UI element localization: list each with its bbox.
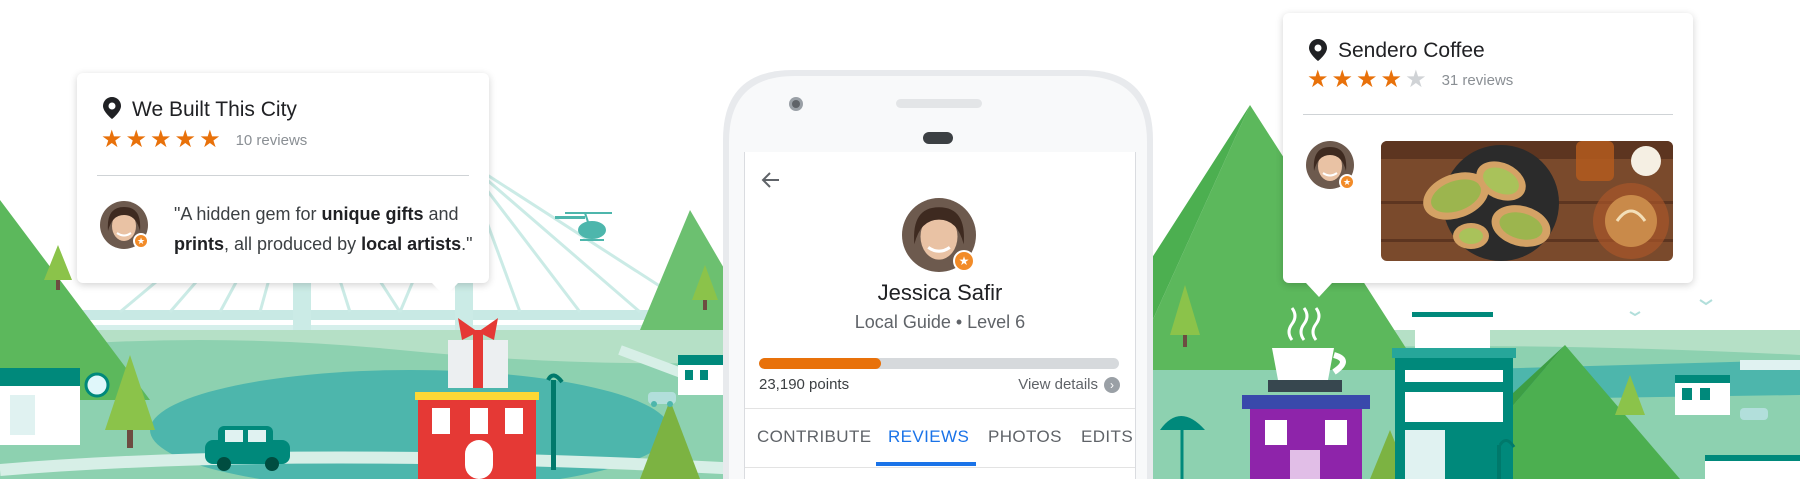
review-card-right[interactable]: Sendero Coffee ★ ★ ★ ★ ★ 31 reviews ★ <box>1283 13 1693 283</box>
food-photo-illustration <box>1381 141 1673 261</box>
profile-tabs: CONTRIBUTE REVIEWS PHOTOS EDITS <box>745 408 1135 468</box>
sensor <box>923 132 953 144</box>
map-pin-icon <box>103 97 121 119</box>
tab-contribute[interactable]: CONTRIBUTE <box>757 427 872 447</box>
star-icon: ★ <box>199 126 221 153</box>
star-icon: ★ <box>174 126 197 153</box>
quote-text: , all produced by <box>224 234 362 254</box>
earpiece <box>896 99 982 108</box>
tab-photos[interactable]: PHOTOS <box>988 427 1062 447</box>
chevron-right-icon: › <box>1104 376 1120 393</box>
helicopter <box>555 212 612 241</box>
local-guide-badge: ★ <box>1339 174 1355 190</box>
star-icon: ★ <box>1331 66 1354 93</box>
view-details-link[interactable]: View details › <box>1018 376 1120 393</box>
star-empty-icon: ★ <box>1405 66 1427 93</box>
quote-text: "A hidden gem for <box>174 204 322 224</box>
star-icon: ★ <box>125 126 148 153</box>
quote-bold: prints <box>174 234 225 254</box>
review-count: 31 reviews <box>1441 71 1514 89</box>
review-quote: "A hidden gem for unique gifts and print… <box>174 199 474 259</box>
review-count: 10 reviews <box>235 131 308 149</box>
card-pointer <box>1306 283 1332 297</box>
active-tab-indicator <box>876 462 976 466</box>
points-label: 23,190 points <box>759 376 850 393</box>
star-icon: ★ <box>150 126 172 153</box>
tab-reviews[interactable]: REVIEWS <box>888 427 969 447</box>
view-details-label: View details <box>1018 376 1098 393</box>
star-rating: ★ ★ ★ ★ ★ 31 reviews <box>1307 68 1513 92</box>
progress-fill <box>759 358 882 369</box>
local-guide-badge: ★ <box>953 250 975 272</box>
review-card-left[interactable]: We Built This City ★ ★ ★ ★ ★ 10 reviews … <box>77 73 489 283</box>
small-building <box>678 355 723 395</box>
star-icon: ★ <box>1307 66 1329 93</box>
quote-bold: unique gifts <box>321 204 424 224</box>
divider <box>97 175 469 176</box>
place-title: We Built This City <box>132 98 297 121</box>
divider <box>1303 114 1673 115</box>
star-icon: ★ <box>101 126 123 153</box>
profile-name: Jessica Safir <box>877 280 1003 305</box>
tab-edits[interactable]: EDITS <box>1081 427 1133 447</box>
quote-text: ." <box>461 234 473 254</box>
profile-level: Local Guide • Level 6 <box>854 312 1026 332</box>
quote-bold: local artists <box>361 234 462 254</box>
quote-text: and <box>423 204 459 224</box>
star-rating: ★ ★ ★ ★ ★ 10 reviews <box>101 128 307 152</box>
arrow-back-icon[interactable] <box>761 170 781 190</box>
map-pin-icon <box>1309 39 1327 61</box>
card-pointer <box>432 283 458 297</box>
points-progress-bar <box>759 358 1119 369</box>
star-icon: ★ <box>1380 66 1403 93</box>
local-guide-badge: ★ <box>133 233 149 249</box>
star-icon: ★ <box>1356 66 1378 93</box>
avocado-toast-photo[interactable] <box>1381 141 1673 261</box>
place-title: Sendero Coffee <box>1338 39 1485 62</box>
